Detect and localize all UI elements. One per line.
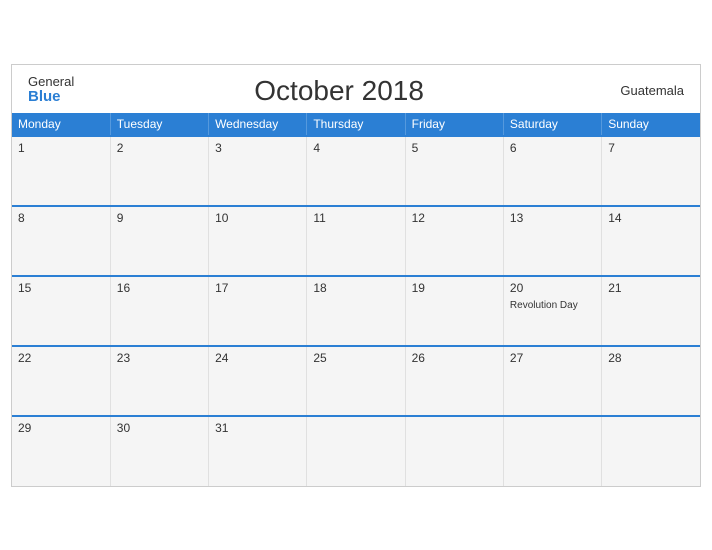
calendar: General Blue October 2018 Guatemala Mond…	[11, 64, 701, 487]
day-number: 24	[215, 351, 300, 365]
day-number: 28	[608, 351, 694, 365]
calendar-day-cell: 25	[307, 346, 405, 416]
calendar-day-cell: 24	[209, 346, 307, 416]
calendar-week-row: 89 10 11 12 13 14	[12, 206, 700, 276]
col-monday: Monday	[12, 113, 110, 136]
col-friday: Friday	[405, 113, 503, 136]
day-number: 17	[215, 281, 300, 295]
calendar-day-cell: 4	[307, 136, 405, 206]
day-number: 27	[510, 351, 595, 365]
calendar-week-row: 29 30 31	[12, 416, 700, 486]
calendar-country: Guatemala	[604, 83, 684, 98]
holiday-label: Revolution Day	[510, 300, 578, 311]
day-number: 12	[412, 211, 497, 225]
calendar-day-cell: 10	[209, 206, 307, 276]
calendar-day-cell: 13	[503, 206, 601, 276]
calendar-day-cell: 19	[405, 276, 503, 346]
day-number: 26	[412, 351, 497, 365]
calendar-day-cell: 1	[12, 136, 110, 206]
day-number: 3	[215, 141, 300, 155]
calendar-day-cell: 6	[503, 136, 601, 206]
calendar-thead: Monday Tuesday Wednesday Thursday Friday…	[12, 113, 700, 136]
day-number: 10	[215, 211, 300, 225]
calendar-header-row: Monday Tuesday Wednesday Thursday Friday…	[12, 113, 700, 136]
day-number: 23	[117, 351, 202, 365]
calendar-day-cell: 16	[110, 276, 208, 346]
calendar-week-row: 15 16 17 18 19 20 Revolution Day 21	[12, 276, 700, 346]
day-number: 11	[313, 211, 398, 225]
calendar-day-cell	[307, 416, 405, 486]
col-saturday: Saturday	[503, 113, 601, 136]
day-number: 16	[117, 281, 202, 295]
calendar-day-cell: 12	[405, 206, 503, 276]
col-wednesday: Wednesday	[209, 113, 307, 136]
calendar-body: 1234567891011121314151617181920Revolutio…	[12, 136, 700, 486]
day-number: 25	[313, 351, 398, 365]
calendar-day-cell: 22	[12, 346, 110, 416]
calendar-week-row: 1234567	[12, 136, 700, 206]
calendar-day-cell: 30	[110, 416, 208, 486]
day-number: 13	[510, 211, 595, 225]
calendar-day-cell: 31	[209, 416, 307, 486]
day-number: 18	[313, 281, 398, 295]
calendar-day-cell: 21	[602, 276, 700, 346]
day-number: 20	[510, 281, 595, 295]
day-number: 30	[117, 421, 202, 435]
calendar-day-cell: 11	[307, 206, 405, 276]
calendar-day-cell: 2	[110, 136, 208, 206]
calendar-day-cell: 29	[12, 416, 110, 486]
logo-general-text: General	[28, 75, 74, 89]
day-number: 7	[608, 141, 694, 155]
day-number: 22	[18, 351, 104, 365]
calendar-title: October 2018	[74, 75, 604, 107]
day-number: 14	[608, 211, 694, 225]
calendar-day-cell: 9	[110, 206, 208, 276]
calendar-day-cell: 28	[602, 346, 700, 416]
day-number: 21	[608, 281, 694, 295]
calendar-week-row: 22 23 24 25 26 27 28	[12, 346, 700, 416]
day-number: 2	[117, 141, 202, 155]
calendar-day-cell: 15	[12, 276, 110, 346]
calendar-header: General Blue October 2018 Guatemala	[12, 65, 700, 113]
calendar-day-cell: 20 Revolution Day	[503, 276, 601, 346]
calendar-table: Monday Tuesday Wednesday Thursday Friday…	[12, 113, 700, 486]
calendar-day-cell: 27	[503, 346, 601, 416]
day-number: 4	[313, 141, 398, 155]
calendar-day-cell: 18	[307, 276, 405, 346]
day-number: 1	[18, 141, 104, 155]
calendar-day-cell: 8	[12, 206, 110, 276]
day-number: 19	[412, 281, 497, 295]
logo: General Blue	[28, 75, 74, 106]
logo-blue-text: Blue	[28, 89, 74, 106]
calendar-day-cell	[503, 416, 601, 486]
calendar-day-cell: 17	[209, 276, 307, 346]
day-number: 15	[18, 281, 104, 295]
col-thursday: Thursday	[307, 113, 405, 136]
day-number: 29	[18, 421, 104, 435]
day-number: 8	[18, 211, 104, 225]
calendar-day-cell: 23	[110, 346, 208, 416]
calendar-day-cell: 3	[209, 136, 307, 206]
day-number: 5	[412, 141, 497, 155]
day-number: 9	[117, 211, 202, 225]
calendar-day-cell: 14	[602, 206, 700, 276]
day-number: 6	[510, 141, 595, 155]
calendar-day-cell	[602, 416, 700, 486]
col-tuesday: Tuesday	[110, 113, 208, 136]
calendar-day-cell: 7	[602, 136, 700, 206]
day-number: 31	[215, 421, 300, 435]
calendar-day-cell: 5	[405, 136, 503, 206]
col-sunday: Sunday	[602, 113, 700, 136]
calendar-day-cell	[405, 416, 503, 486]
calendar-day-cell: 26	[405, 346, 503, 416]
